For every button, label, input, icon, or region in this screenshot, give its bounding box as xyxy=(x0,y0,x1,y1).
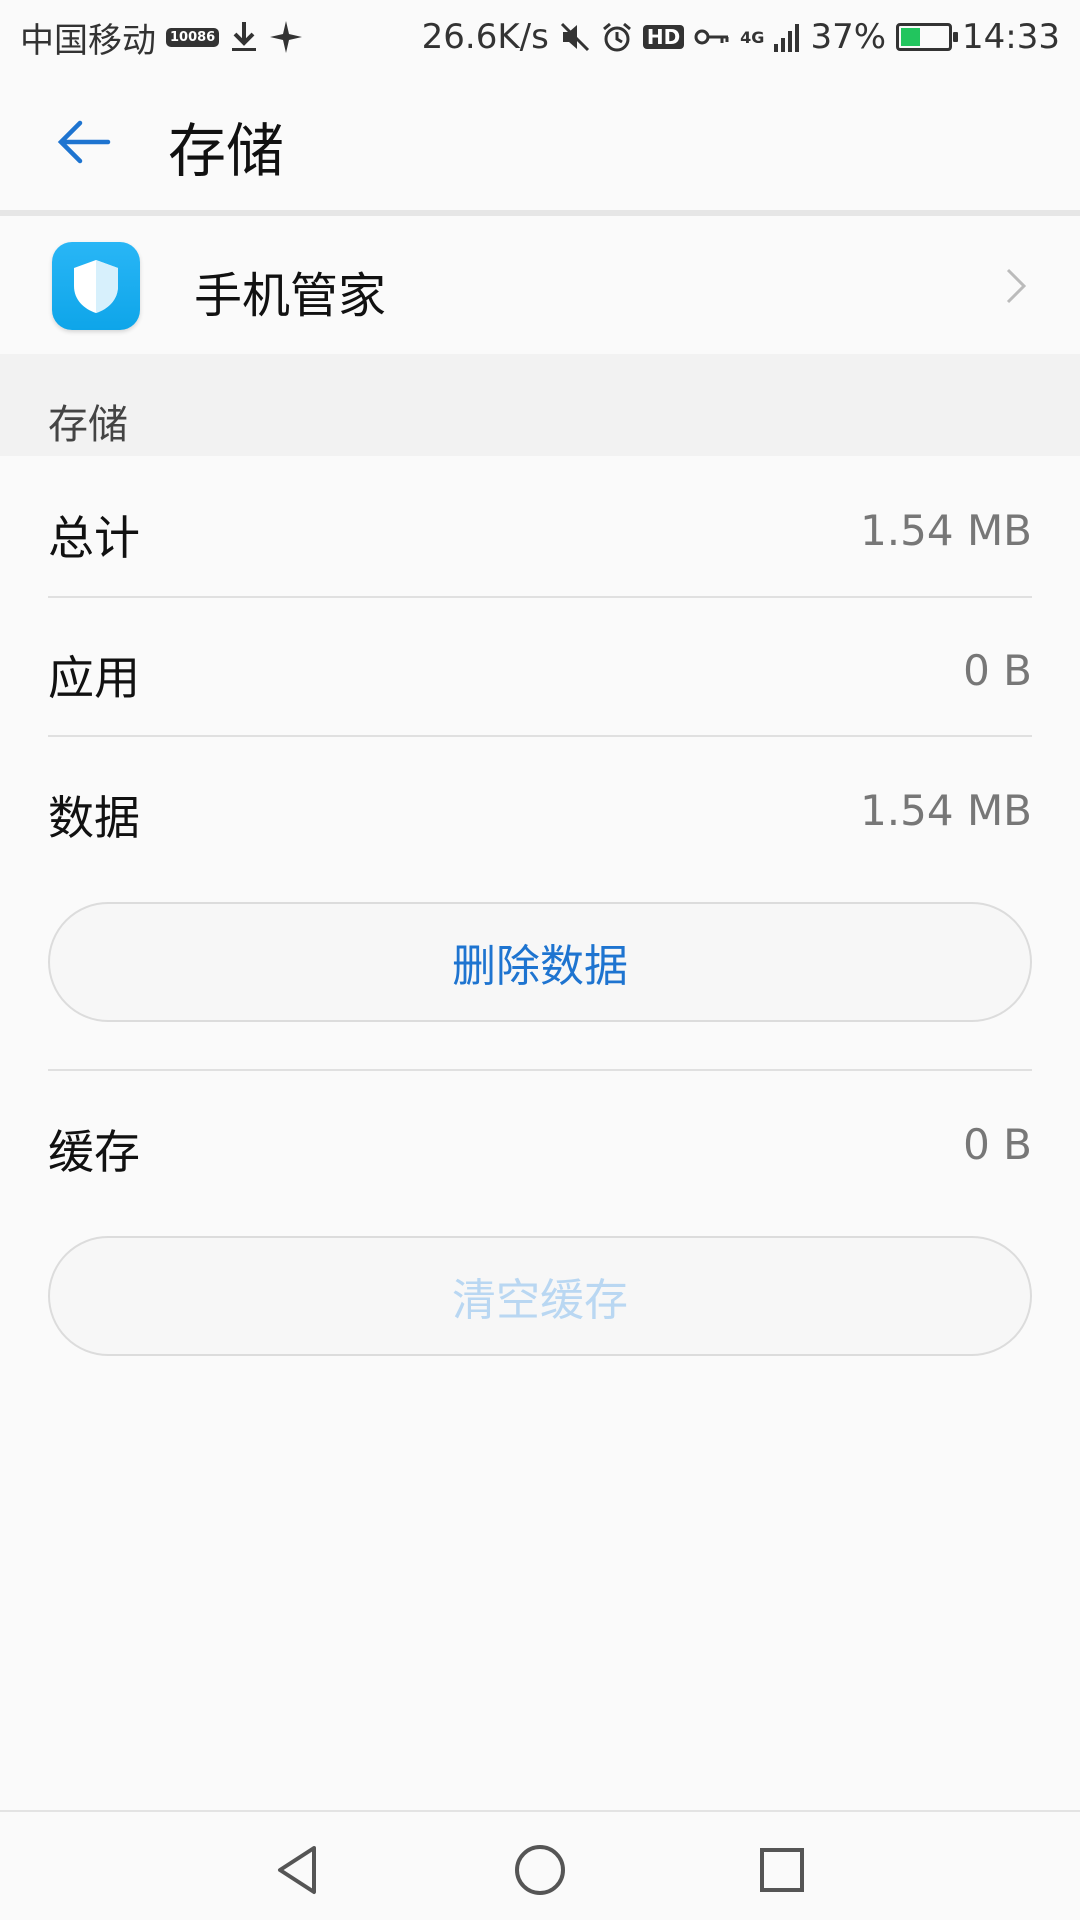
cache-row: 缓存 0 B xyxy=(48,1074,1032,1212)
clear-cache-button[interactable]: 清空缓存 xyxy=(48,1236,1032,1356)
network-speed: 26.6K/s xyxy=(421,17,549,57)
app-row[interactable]: 手机管家 xyxy=(0,216,1080,352)
page-title: 存储 xyxy=(168,117,285,185)
circle-home-icon xyxy=(510,1845,570,1904)
navigation-bar xyxy=(0,1810,1080,1920)
clock-time: 14:33 xyxy=(962,17,1060,57)
compass-icon xyxy=(269,20,303,54)
triangle-back-icon xyxy=(268,1846,328,1904)
square-recent-icon xyxy=(752,1848,812,1904)
nav-home-button[interactable] xyxy=(510,1840,570,1900)
alarm-icon xyxy=(601,21,633,53)
download-icon xyxy=(229,20,259,54)
network-type: 4G xyxy=(740,27,765,47)
section-header: 存储 xyxy=(0,354,1080,456)
carrier-label: 中国移动 xyxy=(20,20,156,61)
app-size-value: 0 B xyxy=(963,646,1032,695)
mute-icon xyxy=(559,21,591,53)
total-label: 总计 xyxy=(48,511,140,565)
key-icon xyxy=(694,25,730,49)
arrow-left-icon xyxy=(54,117,114,171)
total-value: 1.54 MB xyxy=(860,506,1032,555)
status-bar: 中国移动 10086 26.6K/s HD 4G 37% 14:33 xyxy=(0,0,1080,74)
title-bar: 存储 xyxy=(0,74,1080,210)
chevron-right-icon xyxy=(1004,266,1028,310)
app-size-label: 应用 xyxy=(48,651,140,705)
total-row: 总计 1.54 MB xyxy=(48,460,1032,598)
data-label: 数据 xyxy=(48,791,140,845)
divider xyxy=(48,596,1032,598)
cache-value: 0 B xyxy=(963,1120,1032,1169)
clear-data-button[interactable]: 删除数据 xyxy=(48,902,1032,1022)
data-row: 数据 1.54 MB xyxy=(48,740,1032,878)
cache-label: 缓存 xyxy=(48,1125,140,1179)
section-title: 存储 xyxy=(48,402,128,448)
divider xyxy=(48,1069,1032,1071)
signal-icon xyxy=(774,22,800,52)
nav-recent-button[interactable] xyxy=(752,1840,812,1900)
app-size-row: 应用 0 B xyxy=(48,600,1032,738)
carrier-badge: 10086 xyxy=(166,27,220,47)
data-value: 1.54 MB xyxy=(860,786,1032,835)
hd-badge: HD xyxy=(642,25,685,49)
battery-icon xyxy=(896,23,959,51)
back-button[interactable] xyxy=(44,114,124,174)
shield-app-icon xyxy=(52,242,140,330)
app-name: 手机管家 xyxy=(194,268,387,324)
divider xyxy=(48,735,1032,737)
screen: 中国移动 10086 26.6K/s HD 4G 37% 14:33 存储 手机… xyxy=(0,0,1080,1920)
battery-percent: 37% xyxy=(810,17,887,57)
nav-back-button[interactable] xyxy=(268,1840,328,1900)
